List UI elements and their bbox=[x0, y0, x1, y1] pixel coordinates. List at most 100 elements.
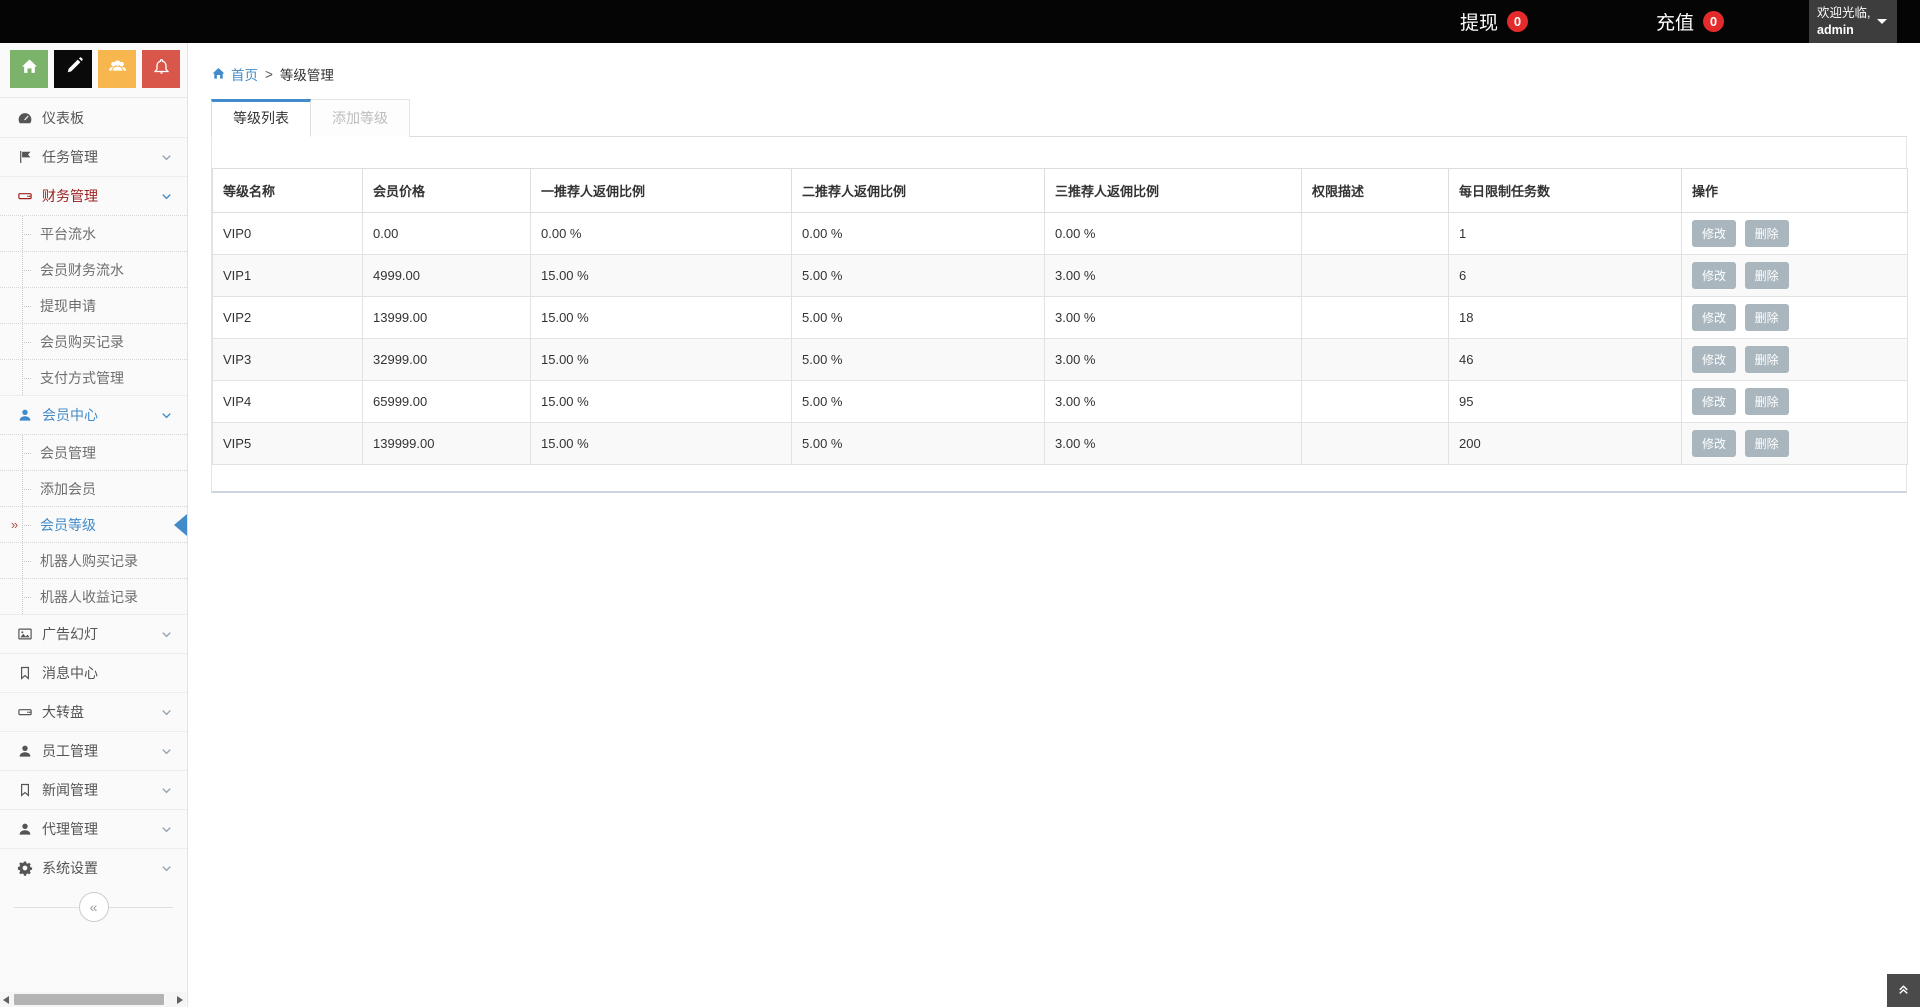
pencil-icon bbox=[64, 57, 83, 81]
chevron-down-icon bbox=[160, 151, 173, 164]
sidebar-subitem-添加会员[interactable]: 添加会员 bbox=[0, 470, 187, 506]
column-header: 二推荐人返佣比例 bbox=[791, 168, 1045, 213]
column-header: 三推荐人返佣比例 bbox=[1044, 168, 1302, 213]
cell-level2-rate: 5.00 % bbox=[791, 380, 1045, 423]
sidebar-menu: 仪表板 任务管理 财务管理 平台流水 会员财务流水 提现申请 会员购买记录 支付… bbox=[0, 98, 187, 887]
tile-bell[interactable] bbox=[142, 50, 180, 88]
cell-daily-limit: 200 bbox=[1448, 422, 1682, 465]
edit-button[interactable]: 修改 bbox=[1692, 304, 1737, 331]
sidebar-subitem-机器人收益记录[interactable]: 机器人收益记录 bbox=[0, 578, 187, 614]
breadcrumb: 首页 > 等级管理 bbox=[211, 64, 1907, 84]
cell-level-name: VIP5 bbox=[212, 422, 363, 465]
sidebar-item-代理管理[interactable]: 代理管理 bbox=[0, 809, 187, 848]
column-header: 权限描述 bbox=[1301, 168, 1449, 213]
tab-添加等级[interactable]: 添加等级 bbox=[311, 99, 410, 137]
column-header: 每日限制任务数 bbox=[1448, 168, 1682, 213]
cell-level3-rate: 3.00 % bbox=[1044, 254, 1302, 297]
sidebar-item-仪表板[interactable]: 仪表板 bbox=[0, 98, 187, 137]
cell-price: 0.00 bbox=[362, 212, 531, 255]
sidebar-item-label: 广告幻灯 bbox=[42, 626, 98, 642]
user-menu[interactable]: 欢迎光临, admin bbox=[1809, 0, 1897, 43]
cell-price: 139999.00 bbox=[362, 422, 531, 465]
edit-button[interactable]: 修改 bbox=[1692, 346, 1737, 373]
delete-button[interactable]: 删除 bbox=[1744, 346, 1789, 373]
cell-actions: 修改 删除 bbox=[1681, 254, 1908, 297]
tab-bar: 等级列表 添加等级 bbox=[211, 99, 1907, 137]
topbar-recharge[interactable]: 充值 0 bbox=[1656, 8, 1724, 35]
cell-actions: 修改 删除 bbox=[1681, 380, 1908, 423]
cell-level2-rate: 0.00 % bbox=[791, 212, 1045, 255]
tile-home[interactable] bbox=[10, 50, 48, 88]
delete-button[interactable]: 删除 bbox=[1744, 262, 1789, 289]
gauge-icon bbox=[16, 110, 34, 126]
cell-level3-rate: 3.00 % bbox=[1044, 338, 1302, 381]
sidebar-collapse-button[interactable]: « bbox=[78, 892, 109, 922]
sidebar-item-大转盘[interactable]: 大转盘 bbox=[0, 692, 187, 731]
cell-daily-limit: 1 bbox=[1448, 212, 1682, 255]
users-icon bbox=[108, 57, 127, 81]
table-row: VIP5 139999.00 15.00 % 5.00 % 3.00 % 200… bbox=[212, 422, 1908, 465]
cell-permission bbox=[1301, 254, 1449, 297]
sidebar-item-新闻管理[interactable]: 新闻管理 bbox=[0, 770, 187, 809]
active-marker-icon: » bbox=[11, 517, 19, 532]
tile-users[interactable] bbox=[98, 50, 136, 88]
delete-button[interactable]: 删除 bbox=[1744, 388, 1789, 415]
sidebar-subitem-会员购买记录[interactable]: 会员购买记录 bbox=[0, 323, 187, 359]
chevron-down-icon bbox=[160, 823, 173, 836]
sidebar-subitem-机器人购买记录[interactable]: 机器人购买记录 bbox=[0, 542, 187, 578]
sidebar-item-任务管理[interactable]: 任务管理 bbox=[0, 137, 187, 176]
sidebar-item-label: 系统设置 bbox=[42, 860, 98, 876]
topbar: 提现 0 充值 0 欢迎光临, admin bbox=[0, 0, 1920, 43]
sidebar-subitem-label: 提现申请 bbox=[40, 297, 96, 314]
sidebar-item-系统设置[interactable]: 系统设置 bbox=[0, 848, 187, 887]
sidebar-subitem-会员管理[interactable]: 会员管理 bbox=[0, 434, 187, 470]
sidebar-subitem-提现申请[interactable]: 提现申请 bbox=[0, 287, 187, 323]
cell-actions: 修改 删除 bbox=[1681, 296, 1908, 339]
scrollbar-thumb[interactable] bbox=[14, 994, 164, 1005]
scroll-left-icon[interactable] bbox=[0, 995, 12, 1004]
cell-level3-rate: 3.00 % bbox=[1044, 380, 1302, 423]
sidebar-subitem-label: 平台流水 bbox=[40, 225, 96, 242]
gear-icon bbox=[16, 860, 34, 876]
sidebar-item-员工管理[interactable]: 员工管理 bbox=[0, 731, 187, 770]
delete-button[interactable]: 删除 bbox=[1744, 220, 1789, 247]
sidebar-item-会员中心[interactable]: 会员中心 bbox=[0, 395, 187, 434]
topbar-withdraw[interactable]: 提现 0 bbox=[1460, 8, 1528, 35]
sidebar-subitem-平台流水[interactable]: 平台流水 bbox=[0, 215, 187, 251]
tab-content-panel: 等级名称 会员价格 一推荐人返佣比例 二推荐人返佣比例 三推荐人返佣比例 权限描述 每日限制… bbox=[211, 137, 1908, 493]
sidebar-subitem-label: 会员管理 bbox=[40, 444, 96, 461]
delete-button[interactable]: 删除 bbox=[1744, 430, 1789, 457]
hdd-icon bbox=[16, 188, 34, 204]
tab-等级列表[interactable]: 等级列表 bbox=[211, 99, 311, 137]
user-icon bbox=[16, 743, 34, 759]
cell-level1-rate: 15.00 % bbox=[530, 380, 792, 423]
edit-button[interactable]: 修改 bbox=[1692, 388, 1737, 415]
delete-button[interactable]: 删除 bbox=[1744, 304, 1789, 331]
table-row: VIP4 65999.00 15.00 % 5.00 % 3.00 % 95 修… bbox=[212, 380, 1908, 423]
edit-button[interactable]: 修改 bbox=[1692, 430, 1737, 457]
sidebar-item-label: 大转盘 bbox=[42, 704, 84, 720]
tile-pencil[interactable] bbox=[54, 50, 92, 88]
sidebar-subitem-会员财务流水[interactable]: 会员财务流水 bbox=[0, 251, 187, 287]
back-to-top-button[interactable] bbox=[1887, 974, 1920, 1007]
sidebar-subitem-支付方式管理[interactable]: 支付方式管理 bbox=[0, 359, 187, 395]
breadcrumb-home-link[interactable]: 首页 bbox=[211, 64, 258, 84]
sidebar-subitem-会员等级[interactable]: » 会员等级 bbox=[0, 506, 187, 542]
edit-button[interactable]: 修改 bbox=[1692, 262, 1737, 289]
sidebar-horizontal-scrollbar[interactable] bbox=[0, 992, 186, 1007]
cell-daily-limit: 6 bbox=[1448, 254, 1682, 297]
levels-table: 等级名称 会员价格 一推荐人返佣比例 二推荐人返佣比例 三推荐人返佣比例 权限描述 每日限制… bbox=[212, 168, 1908, 465]
edit-button[interactable]: 修改 bbox=[1692, 220, 1737, 247]
sidebar-item-财务管理[interactable]: 财务管理 bbox=[0, 176, 187, 215]
cell-price: 4999.00 bbox=[362, 254, 531, 297]
user-icon bbox=[16, 821, 34, 837]
cell-level1-rate: 15.00 % bbox=[530, 338, 792, 381]
sidebar-item-广告幻灯[interactable]: 广告幻灯 bbox=[0, 614, 187, 653]
hdd-icon bbox=[16, 704, 34, 720]
breadcrumb-current: 等级管理 bbox=[279, 68, 334, 83]
topbar-recharge-label: 充值 bbox=[1655, 13, 1694, 34]
cell-level-name: VIP2 bbox=[212, 296, 363, 339]
scroll-right-icon[interactable] bbox=[174, 995, 186, 1004]
column-header: 操作 bbox=[1681, 168, 1908, 213]
sidebar-item-消息中心[interactable]: 消息中心 bbox=[0, 653, 187, 692]
